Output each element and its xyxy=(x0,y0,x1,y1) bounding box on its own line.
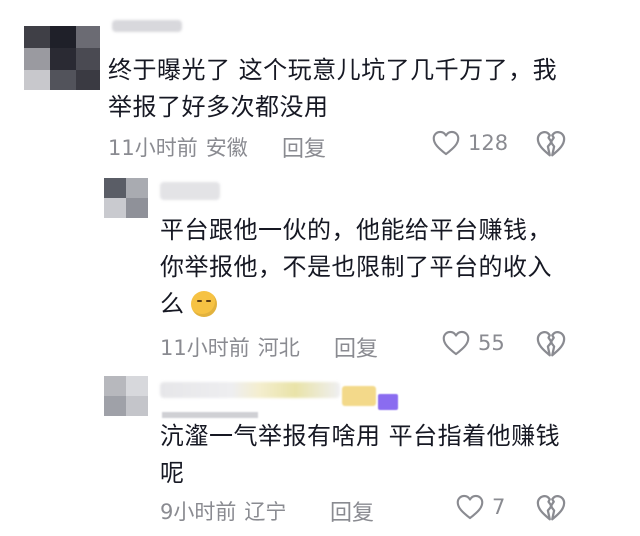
username-blurred[interactable] xyxy=(160,382,340,398)
level-badge xyxy=(342,386,376,406)
pensive-face-emoji xyxy=(190,291,217,317)
heart-outline-icon xyxy=(456,494,484,520)
dislike-button[interactable] xyxy=(536,494,566,526)
reply-comment-item: 沆瀣一气举报有啥用 平台指着他赚钱 呢 9小时前 辽宁 回复 7 xyxy=(0,360,640,536)
comment-meta: 11小时前 安徽 xyxy=(108,132,248,162)
avatar[interactable] xyxy=(104,376,148,416)
username-blurred[interactable] xyxy=(160,182,220,200)
like-count: 7 xyxy=(492,495,506,519)
avatar[interactable] xyxy=(104,178,148,218)
comment-item: 终于曝光了 这个玩意儿坑了几千万了，我 举报了好多次都没用 11小时前 安徽 回复… xyxy=(0,0,640,170)
comment-text-content: 平台跟他一伙的，他能给平台赚钱， 你举报他，不是也限制了平台的收入 么 xyxy=(160,216,552,318)
reply-button[interactable]: 回复 xyxy=(334,331,378,363)
comment-time: 11小时前 xyxy=(160,336,250,360)
reply-button[interactable]: 回复 xyxy=(282,131,326,163)
heart-outline-icon xyxy=(442,330,470,356)
dislike-button[interactable] xyxy=(536,130,566,162)
comment-text: 沆瀣一气举报有啥用 平台指着他赚钱 呢 xyxy=(160,422,561,487)
like-count: 55 xyxy=(478,331,505,355)
reply-comment-item: 平台跟他一伙的，他能给平台赚钱， 你举报他，不是也限制了平台的收入 么 11小时… xyxy=(0,170,640,363)
broken-heart-icon xyxy=(536,131,566,157)
reply-button[interactable]: 回复 xyxy=(330,495,374,527)
comment-time: 9小时前 xyxy=(160,500,237,524)
username-blurred[interactable] xyxy=(112,20,182,32)
comment-text: 平台跟他一伙的，他能给平台赚钱， 你举报他，不是也限制了平台的收入 么 xyxy=(160,212,620,323)
heart-outline-icon xyxy=(432,130,460,156)
level-badge-tag xyxy=(378,394,398,410)
avatar[interactable] xyxy=(24,26,100,90)
comment-meta: 9小时前 辽宁 xyxy=(160,496,286,526)
like-button[interactable]: 55 xyxy=(442,330,505,356)
comment-location: 河北 xyxy=(257,336,300,360)
like-count: 128 xyxy=(468,131,509,155)
comment-text: 终于曝光了 这个玩意儿坑了几千万了，我 举报了好多次都没用 xyxy=(108,56,558,121)
comment-time: 11小时前 xyxy=(108,136,198,160)
broken-heart-icon xyxy=(536,331,566,357)
dislike-button[interactable] xyxy=(536,330,566,362)
broken-heart-icon xyxy=(536,495,566,521)
comment-location: 安徽 xyxy=(205,136,248,160)
like-button[interactable]: 7 xyxy=(456,494,505,520)
like-button[interactable]: 128 xyxy=(432,130,508,156)
comment-location: 辽宁 xyxy=(244,500,287,524)
comment-meta: 11小时前 河北 xyxy=(160,332,300,362)
